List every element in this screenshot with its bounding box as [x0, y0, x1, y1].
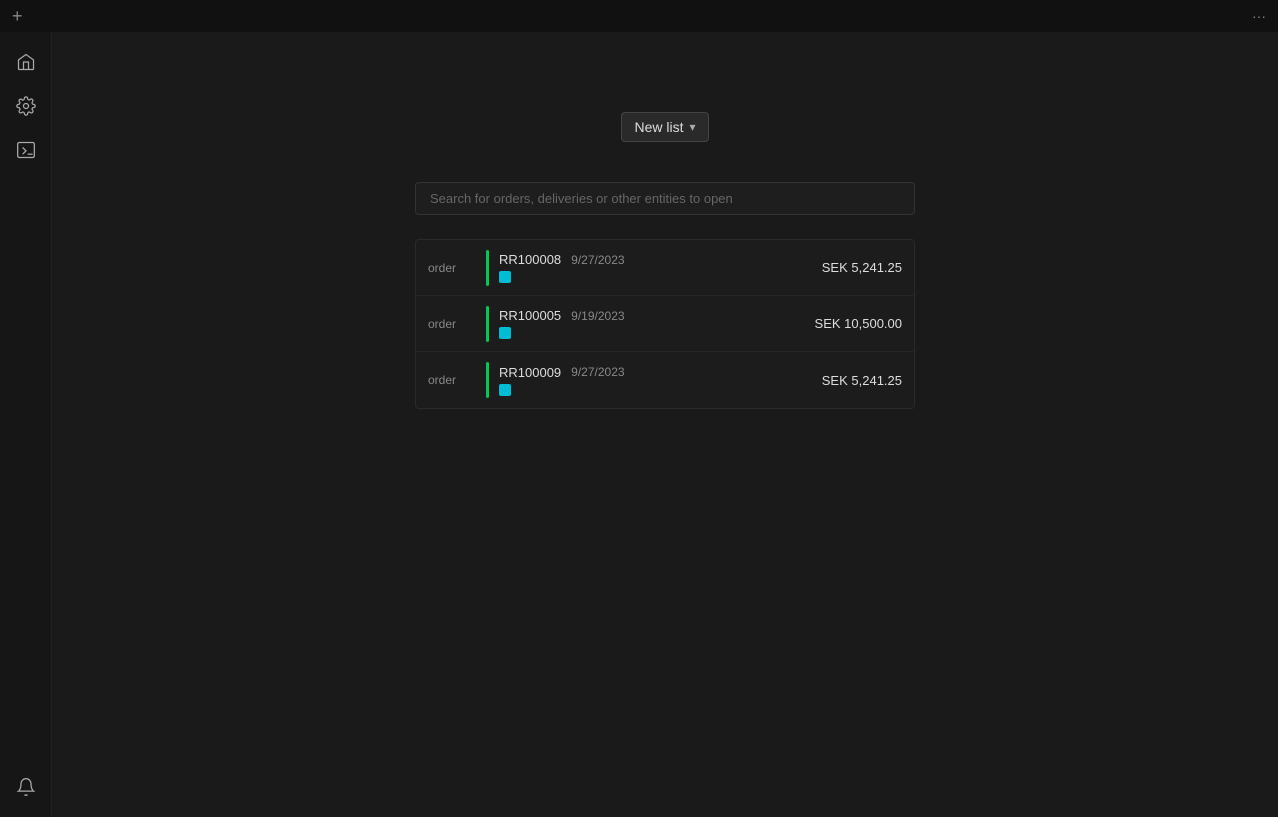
- order-status-dot: [499, 271, 511, 283]
- bell-icon: [16, 777, 36, 797]
- order-id: RR100009: [499, 365, 561, 380]
- main-content: New list ▾ order RR100008 9/27/2023 SEK …: [52, 32, 1278, 817]
- order-status-bar: [486, 306, 489, 342]
- order-id: RR100005: [499, 308, 561, 323]
- table-row[interactable]: order RR100008 9/27/2023 SEK 5,241.25: [416, 240, 914, 296]
- home-icon: [16, 52, 36, 72]
- order-date: 9/27/2023: [571, 253, 624, 267]
- more-button[interactable]: ···: [1252, 8, 1266, 24]
- order-info: RR100009 9/27/2023: [499, 365, 822, 396]
- table-row[interactable]: order RR100005 9/19/2023 SEK 10,500.00: [416, 296, 914, 352]
- order-status-dot: [499, 384, 511, 396]
- new-list-button[interactable]: New list ▾: [621, 112, 708, 142]
- add-button[interactable]: +: [12, 7, 23, 25]
- order-id-date: RR100005 9/19/2023: [499, 308, 815, 323]
- sidebar-item-terminal[interactable]: [8, 132, 44, 168]
- search-bar: [415, 182, 915, 215]
- order-status-bar: [486, 362, 489, 398]
- table-row[interactable]: order RR100009 9/27/2023 SEK 5,241.25: [416, 352, 914, 408]
- order-date: 9/27/2023: [571, 365, 624, 379]
- chevron-down-icon: ▾: [689, 120, 695, 134]
- order-type-label: order: [428, 373, 476, 387]
- sidebar-item-home[interactable]: [8, 44, 44, 80]
- order-amount: SEK 5,241.25: [822, 373, 902, 388]
- sidebar: [0, 32, 52, 817]
- top-bar: + ···: [0, 0, 1278, 32]
- settings-icon: [16, 96, 36, 116]
- top-bar-left: +: [12, 7, 23, 25]
- terminal-icon: [16, 140, 36, 160]
- order-amount: SEK 10,500.00: [815, 316, 902, 331]
- order-info: RR100005 9/19/2023: [499, 308, 815, 339]
- order-status-dot: [499, 327, 511, 339]
- order-id-date: RR100008 9/27/2023: [499, 252, 822, 267]
- order-status-bar: [486, 250, 489, 286]
- order-date: 9/19/2023: [571, 309, 624, 323]
- order-id-date: RR100009 9/27/2023: [499, 365, 822, 380]
- order-info: RR100008 9/27/2023: [499, 252, 822, 283]
- new-list-label: New list: [634, 119, 683, 135]
- sidebar-item-notifications[interactable]: [8, 769, 44, 805]
- order-type-label: order: [428, 261, 476, 275]
- orders-list: order RR100008 9/27/2023 SEK 5,241.25 or…: [415, 239, 915, 409]
- order-type-label: order: [428, 317, 476, 331]
- search-input[interactable]: [415, 182, 915, 215]
- order-id: RR100008: [499, 252, 561, 267]
- order-amount: SEK 5,241.25: [822, 260, 902, 275]
- sidebar-item-settings[interactable]: [8, 88, 44, 124]
